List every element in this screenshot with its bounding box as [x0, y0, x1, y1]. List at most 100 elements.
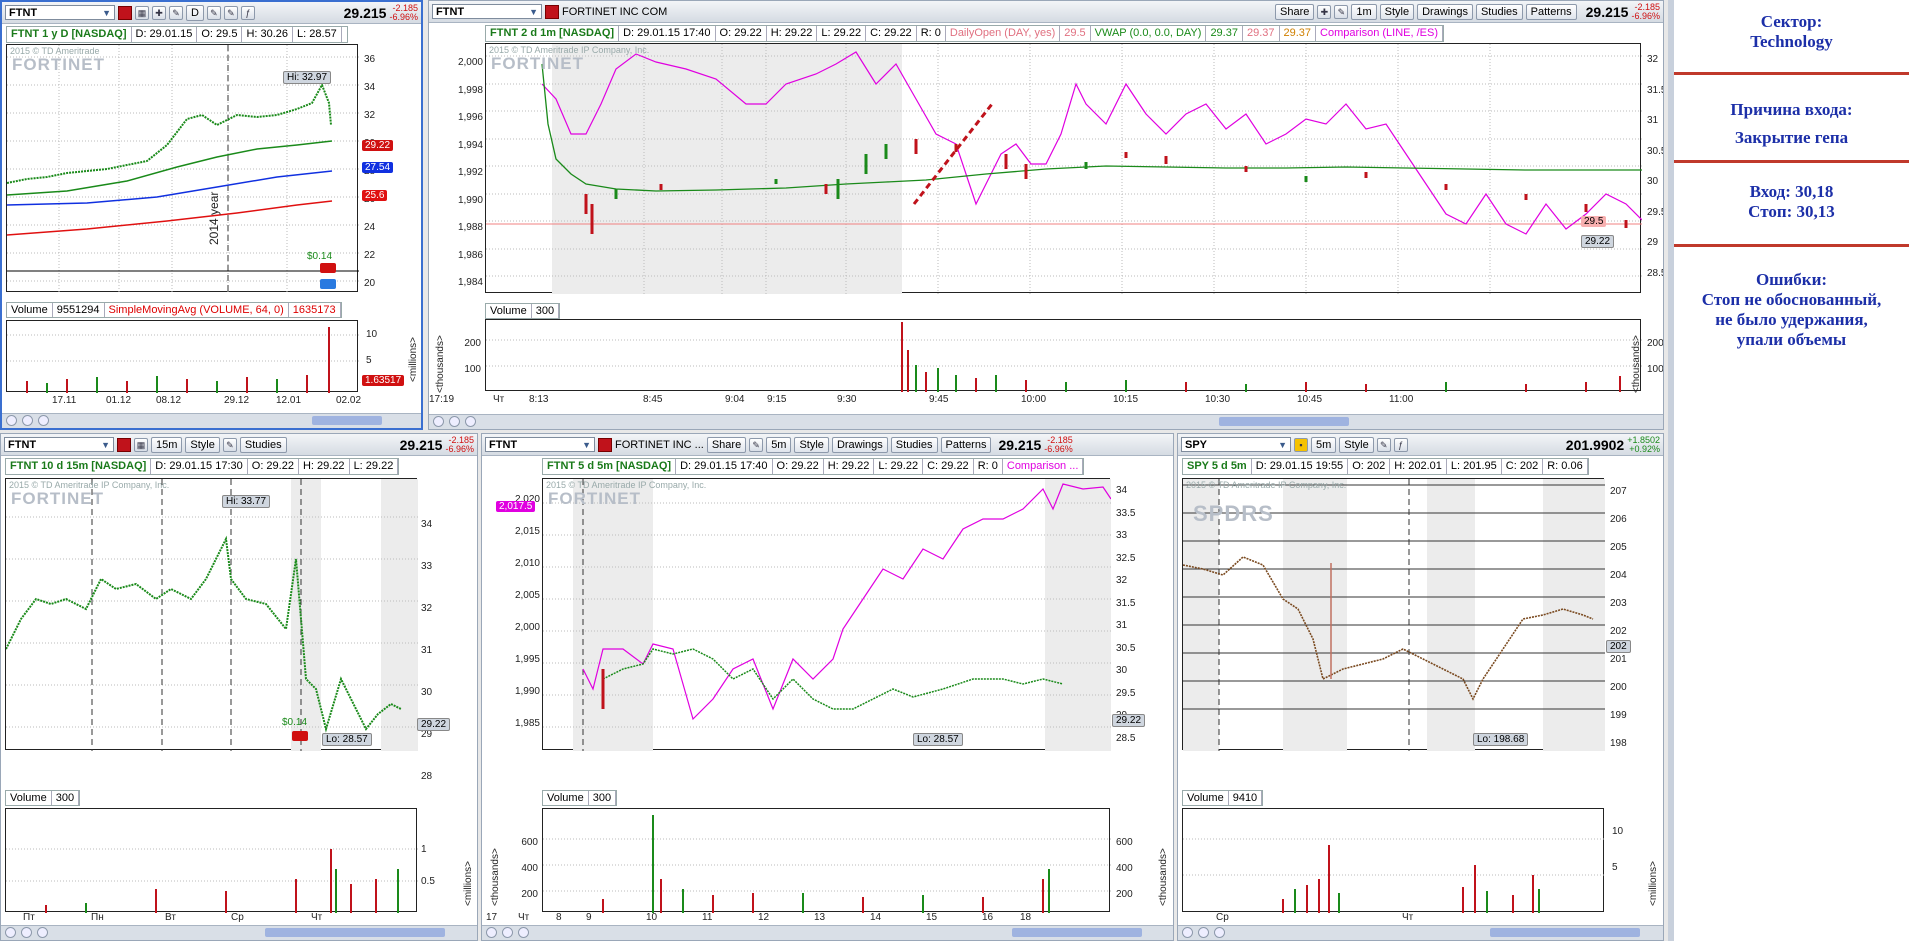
comparison-study[interactable]: Comparison (LINE, /ES): [1316, 26, 1444, 41]
period-button[interactable]: 1m: [1351, 3, 1377, 20]
earnings-icon[interactable]: [320, 263, 336, 273]
style-button[interactable]: Style: [185, 436, 220, 453]
studies-icon[interactable]: ƒ: [1393, 437, 1408, 452]
price-change: -2.185 -6.96%: [1044, 434, 1073, 454]
pencil-icon-2[interactable]: ✎: [223, 5, 238, 20]
symbol-input[interactable]: FTNT ▼: [485, 437, 595, 452]
errors-title: Ошибки:: [1755, 270, 1828, 289]
zoom-out-icon[interactable]: [1214, 927, 1225, 938]
zoom-out-icon[interactable]: [37, 927, 48, 938]
chart-scrollbar[interactable]: [429, 414, 1663, 429]
pencil-icon[interactable]: ✎: [222, 437, 237, 452]
volume-plot[interactable]: [542, 808, 1111, 913]
chart-scrollbar[interactable]: [2, 413, 421, 428]
share-button[interactable]: Share: [706, 436, 747, 453]
chart-scrollbar[interactable]: [1, 925, 477, 940]
zoom-in-icon[interactable]: [502, 927, 513, 938]
symbol-input[interactable]: SPY ▼: [1181, 437, 1291, 452]
studies-icon[interactable]: ƒ: [240, 5, 255, 20]
period-button[interactable]: 5m: [1311, 436, 1337, 453]
link-icon[interactable]: ▪: [1294, 437, 1308, 452]
chart-scrollbar[interactable]: [482, 925, 1173, 940]
pan-icon[interactable]: [486, 927, 497, 938]
errors-section: Ошибки: Стоп не обоснованный, не было уд…: [1674, 270, 1909, 350]
volume-unit: <millions>: [1648, 860, 1659, 906]
drawings-button[interactable]: Drawings: [831, 436, 888, 453]
volume-plot[interactable]: [1182, 808, 1605, 913]
tools-icon[interactable]: ✎: [749, 437, 764, 452]
tools-icon[interactable]: ✎: [169, 5, 183, 20]
chart-panel-daily: FTNT ▼ ▦ ✚ ✎ D ✎ ✎ ƒ 29.215 -2.185 -6.96% …: [0, 0, 423, 430]
price-tag-last: 29.22: [362, 140, 394, 151]
symbol-input[interactable]: FTNT ▼: [4, 437, 114, 452]
style-button[interactable]: Style: [1379, 3, 1415, 20]
link-color-icon[interactable]: [545, 4, 559, 19]
style-button[interactable]: Style: [794, 436, 829, 453]
zoom-in-icon[interactable]: [1198, 927, 1209, 938]
zoom-out-icon[interactable]: [38, 415, 49, 426]
link-color-icon[interactable]: [118, 5, 132, 20]
link-color-icon[interactable]: [598, 437, 612, 452]
price-plot[interactable]: 2015 © TD Ameritrade IP Company, Inc. SP…: [1182, 478, 1605, 751]
earnings-icon[interactable]: [292, 731, 308, 741]
right-y-axis: 3231.531 30.53029.5 2928.5: [1647, 54, 1663, 279]
zoom-out-icon[interactable]: [518, 927, 529, 938]
price-plot[interactable]: 2015 © TD Ameritrade FORTINET Hi: 32.97 …: [6, 44, 359, 293]
pan-icon[interactable]: [6, 415, 17, 426]
pencil-icon[interactable]: ✎: [206, 5, 221, 20]
patterns-button[interactable]: Patterns: [1525, 3, 1577, 20]
chart-settings-icon[interactable]: ▦: [134, 437, 148, 452]
crosshair-icon[interactable]: ✚: [1317, 4, 1332, 19]
symbol-input[interactable]: FTNT ▼: [432, 4, 542, 19]
volume-plot[interactable]: [485, 319, 1642, 392]
scroll-thumb[interactable]: [1219, 417, 1349, 426]
pan-icon[interactable]: [5, 927, 16, 938]
tools-icon[interactable]: ✎: [1334, 4, 1349, 19]
zoom-in-icon[interactable]: [21, 927, 32, 938]
dailyopen-study[interactable]: DailyOpen (DAY, yes): [946, 26, 1061, 41]
price-change: -2.185 -6.96%: [389, 2, 418, 22]
fortinet-logo: FORTINET: [491, 54, 584, 73]
studies-button[interactable]: Studies: [239, 436, 287, 453]
link-color-icon[interactable]: [117, 437, 131, 452]
price-plot[interactable]: 2015 © TD Ameritrade IP Company, Inc. FO…: [485, 43, 1642, 294]
period-button[interactable]: 5m: [766, 436, 792, 453]
crosshair-icon[interactable]: ✚: [152, 5, 166, 20]
volume-y-axis-right: 200 100: [1647, 338, 1664, 375]
scroll-thumb[interactable]: [312, 416, 382, 425]
zoom-in-icon[interactable]: [22, 415, 33, 426]
volume-plot[interactable]: [6, 320, 359, 393]
vwap-study[interactable]: VWAP (0.0, 0.0, DAY): [1091, 26, 1207, 41]
volume-plot-svg: [543, 815, 1111, 913]
pan-icon[interactable]: [433, 416, 444, 427]
volume-plot-svg: [6, 848, 418, 913]
date-field: D: 29.01.15: [132, 27, 198, 42]
volume-plot[interactable]: [5, 808, 418, 913]
x-axis: Ср Чт: [1216, 912, 1414, 923]
comparison-study[interactable]: Comparison ...: [1003, 459, 1084, 474]
chart-settings-icon[interactable]: ▦: [135, 5, 149, 20]
zoom-out-icon[interactable]: [465, 416, 476, 427]
studies-button[interactable]: Studies: [1475, 3, 1523, 20]
symbol-input[interactable]: FTNT ▼: [5, 5, 115, 20]
chart-scrollbar[interactable]: [1178, 925, 1663, 940]
last-price: 29.215: [399, 436, 443, 453]
scroll-thumb[interactable]: [265, 928, 445, 937]
period-button[interactable]: 15m: [151, 436, 183, 453]
chart-title: SPY 5 d 5m: [1183, 459, 1252, 474]
period-button[interactable]: D: [186, 4, 204, 21]
scroll-thumb[interactable]: [1490, 928, 1640, 937]
dividend-icon[interactable]: [320, 279, 336, 289]
pencil-icon[interactable]: ✎: [1376, 437, 1391, 452]
drawings-button[interactable]: Drawings: [1417, 3, 1473, 20]
scroll-thumb[interactable]: [1012, 928, 1142, 937]
pan-icon[interactable]: [1182, 927, 1193, 938]
price-plot[interactable]: 2015 © TD Ameritrade IP Company, Inc. FO…: [542, 478, 1111, 751]
studies-button[interactable]: Studies: [890, 436, 938, 453]
patterns-button[interactable]: Patterns: [940, 436, 992, 453]
price-plot[interactable]: 2015 © TD Ameritrade IP Company, Inc. FO…: [5, 478, 418, 751]
zoom-in-icon[interactable]: [449, 416, 460, 427]
share-button[interactable]: Share: [1275, 3, 1315, 20]
style-button[interactable]: Style: [1339, 436, 1374, 453]
price-tag-dailyopen: 29.5: [1581, 216, 1607, 227]
